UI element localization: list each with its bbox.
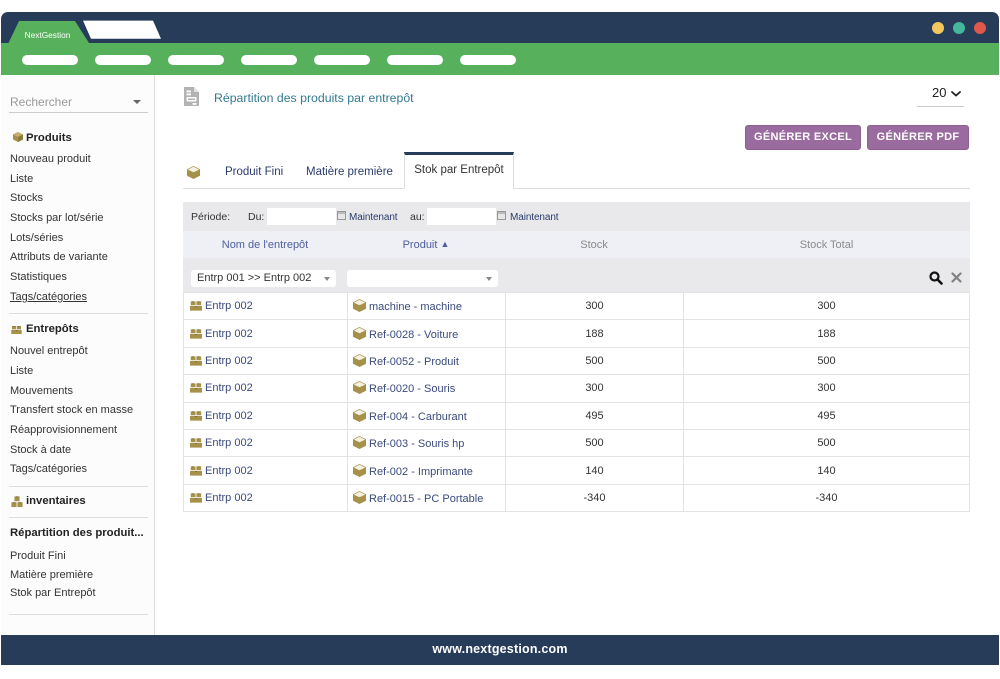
svg-text:NextGestion: NextGestion	[25, 30, 71, 40]
